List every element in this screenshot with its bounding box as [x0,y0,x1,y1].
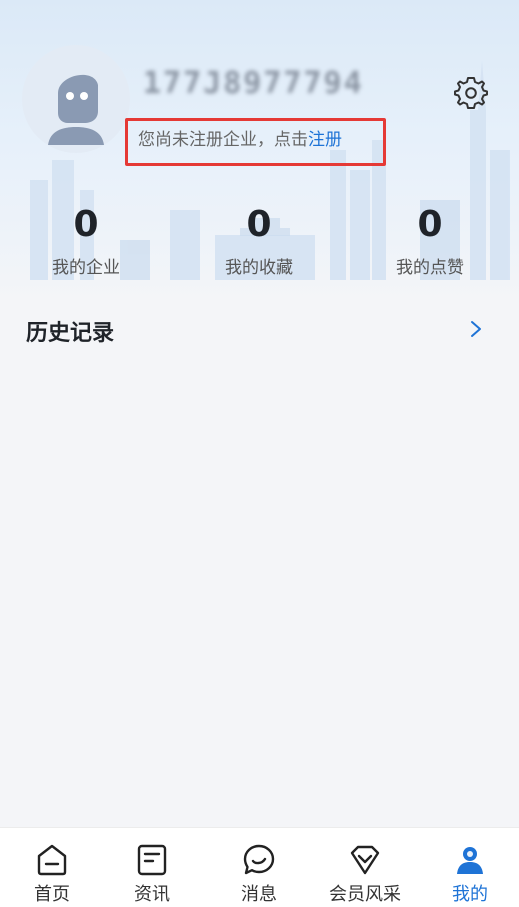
tab-messages[interactable]: 消息 [207,828,311,907]
home-icon [37,844,67,876]
message-icon [243,844,275,875]
stat-value: 0 [73,204,99,245]
history-title: 历史记录 [26,321,115,346]
username: 177J8977794 [143,66,364,101]
stat-value: 0 [246,204,272,245]
default-avatar-icon [48,74,104,145]
tab-news[interactable]: 资讯 [100,828,204,907]
stat-my-favorites[interactable]: 0 我的收藏 [199,200,319,282]
avatar[interactable] [22,45,130,153]
profile-header: 177J8977794 您尚未注册企业，点击注册 0 我的企业 0 我的收藏 0… [0,0,519,300]
profile-icon [457,847,483,874]
tab-label: 消息 [241,884,277,905]
bottom-tab-bar: 首页 资讯 消息 会员风采 我的 [0,827,519,907]
tab-label: 资讯 [134,884,170,905]
stat-my-likes[interactable]: 0 我的点赞 [370,200,490,282]
diamond-icon [350,845,380,875]
history-row[interactable]: 历史记录 [0,300,519,360]
tab-member-showcase[interactable]: 会员风采 [313,828,417,907]
register-prompt-text: 您尚未注册企业，点击 [138,130,308,150]
stat-label: 我的点赞 [396,258,464,278]
tab-mine[interactable]: 我的 [418,828,519,907]
stat-value: 0 [417,204,443,245]
stat-label: 我的企业 [52,258,120,278]
tab-label: 会员风采 [329,884,401,905]
news-icon [137,844,167,876]
stat-my-companies[interactable]: 0 我的企业 [26,200,146,282]
tab-label: 我的 [452,884,488,905]
register-prompt: 您尚未注册企业，点击注册 [138,127,342,153]
chevron-right-icon [471,321,481,337]
register-link[interactable]: 注册 [308,130,342,150]
tab-home[interactable]: 首页 [0,828,104,907]
tab-label: 首页 [34,884,70,905]
stat-label: 我的收藏 [225,258,293,278]
settings-gear-icon[interactable] [454,76,488,110]
